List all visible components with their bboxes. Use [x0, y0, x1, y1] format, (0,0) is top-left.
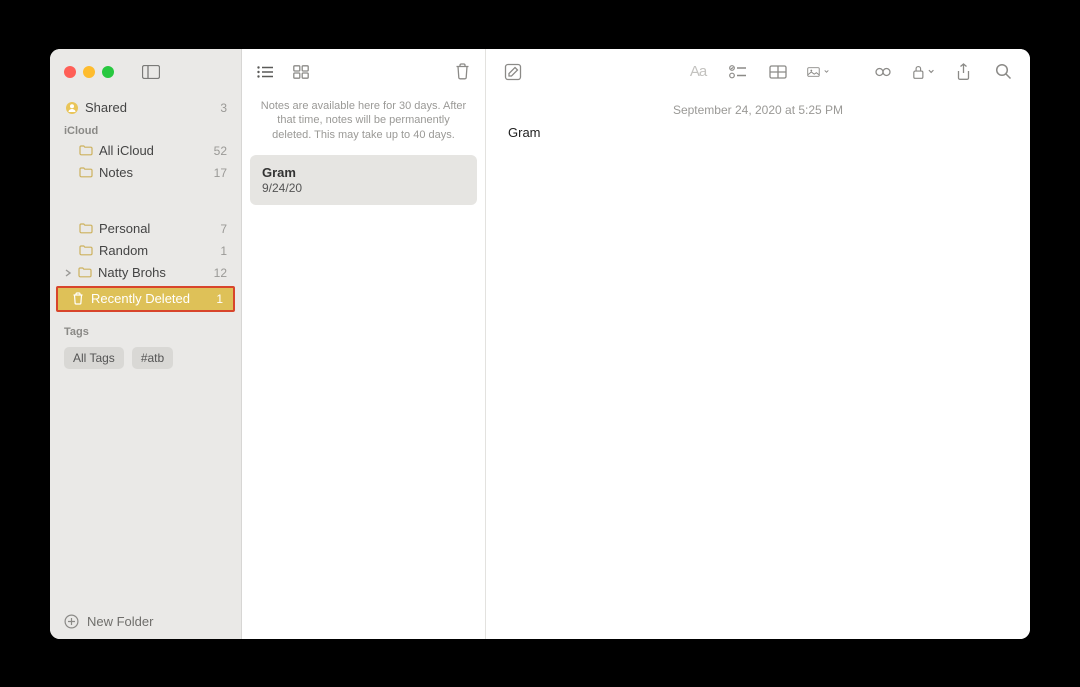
- deleted-info-text: Notes are available here for 30 days. Af…: [242, 95, 485, 154]
- notes-list-column: Notes are available here for 30 days. Af…: [242, 49, 486, 639]
- sidebar-item-personal[interactable]: Personal 7: [50, 218, 241, 240]
- sidebar-item-label: Notes: [99, 165, 208, 180]
- sidebar-item-natty-brohs[interactable]: Natty Brohs 12: [50, 262, 241, 284]
- new-folder-button[interactable]: New Folder: [50, 604, 241, 639]
- gallery-view-icon[interactable]: [290, 65, 312, 79]
- sidebar-item-shared[interactable]: Shared 3: [50, 97, 241, 119]
- sidebar-item-label: Natty Brohs: [98, 265, 208, 280]
- compose-icon[interactable]: [502, 63, 524, 81]
- note-item-title: Gram: [262, 165, 465, 180]
- list-toolbar: [242, 49, 485, 95]
- sidebar-item-label: Shared: [85, 100, 214, 115]
- sidebar-item-notes[interactable]: Notes 17: [50, 162, 241, 184]
- search-icon[interactable]: [992, 63, 1014, 81]
- text-format-icon[interactable]: Aa: [687, 63, 709, 80]
- list-view-icon[interactable]: [254, 65, 276, 79]
- lock-icon[interactable]: [912, 63, 934, 81]
- note-content[interactable]: Gram: [508, 125, 1008, 140]
- delete-note-icon[interactable]: [451, 63, 473, 80]
- sidebar-item-label: Recently Deleted: [91, 291, 210, 306]
- sidebar-item-count: 7: [220, 222, 227, 236]
- folder-icon: [78, 245, 93, 256]
- close-window-button[interactable]: [64, 66, 76, 78]
- minimize-window-button[interactable]: [83, 66, 95, 78]
- note-date: September 24, 2020 at 5:25 PM: [508, 103, 1008, 117]
- sidebar-item-random[interactable]: Random 1: [50, 240, 241, 262]
- checklist-icon[interactable]: [727, 63, 749, 80]
- folder-icon: [77, 267, 92, 278]
- sidebar-item-count: 17: [214, 166, 227, 180]
- sidebar: Shared 3 iCloud All iCloud 52 Notes 17 P…: [50, 49, 242, 639]
- sidebar-item-label: Personal: [99, 221, 214, 236]
- traffic-lights: [64, 66, 114, 78]
- editor-toolbar: Aa: [486, 49, 1030, 95]
- folder-icon: [78, 223, 93, 234]
- notes-window: Shared 3 iCloud All iCloud 52 Notes 17 P…: [50, 49, 1030, 639]
- highlight-box: Recently Deleted 1: [56, 286, 235, 312]
- note-list-item[interactable]: Gram 9/24/20: [250, 155, 477, 205]
- sidebar-group-icloud: iCloud: [50, 119, 241, 140]
- editor-body[interactable]: September 24, 2020 at 5:25 PM Gram: [486, 95, 1030, 639]
- plus-circle-icon: [64, 614, 79, 629]
- tag-all[interactable]: All Tags: [64, 347, 124, 369]
- shared-icon: [64, 101, 79, 115]
- sidebar-item-count: 52: [214, 144, 227, 158]
- sidebar-item-count: 1: [220, 244, 227, 258]
- trash-icon: [70, 292, 85, 305]
- sidebar-item-count: 3: [220, 101, 227, 115]
- sidebar-toggle-icon[interactable]: [142, 65, 160, 79]
- format-group: Aa: [687, 63, 829, 80]
- table-icon[interactable]: [767, 63, 789, 80]
- note-item-date: 9/24/20: [262, 181, 465, 195]
- sidebar-item-count: 12: [214, 266, 227, 280]
- folder-icon: [78, 167, 93, 178]
- sidebar-item-label: Random: [99, 243, 214, 258]
- titlebar: [50, 49, 241, 95]
- share-icon[interactable]: [952, 63, 974, 81]
- link-icon[interactable]: [872, 63, 894, 81]
- tag-atb[interactable]: #atb: [132, 347, 173, 369]
- new-folder-label: New Folder: [87, 614, 153, 629]
- folder-icon: [78, 145, 93, 156]
- sidebar-item-all-icloud[interactable]: All iCloud 52: [50, 140, 241, 162]
- tags-row: All Tags #atb: [50, 341, 241, 375]
- sidebar-item-recently-deleted[interactable]: Recently Deleted 1: [58, 288, 233, 310]
- sidebar-group-tags: Tags: [50, 320, 241, 341]
- editor-column: Aa September 24, 2020 at 5:25 PM Gram: [486, 49, 1030, 639]
- sidebar-item-count: 1: [216, 292, 223, 306]
- sidebar-item-label: All iCloud: [99, 143, 208, 158]
- media-icon[interactable]: [807, 63, 829, 80]
- fullscreen-window-button[interactable]: [102, 66, 114, 78]
- sidebar-body: Shared 3 iCloud All iCloud 52 Notes 17 P…: [50, 95, 241, 604]
- chevron-right-icon[interactable]: [64, 269, 74, 277]
